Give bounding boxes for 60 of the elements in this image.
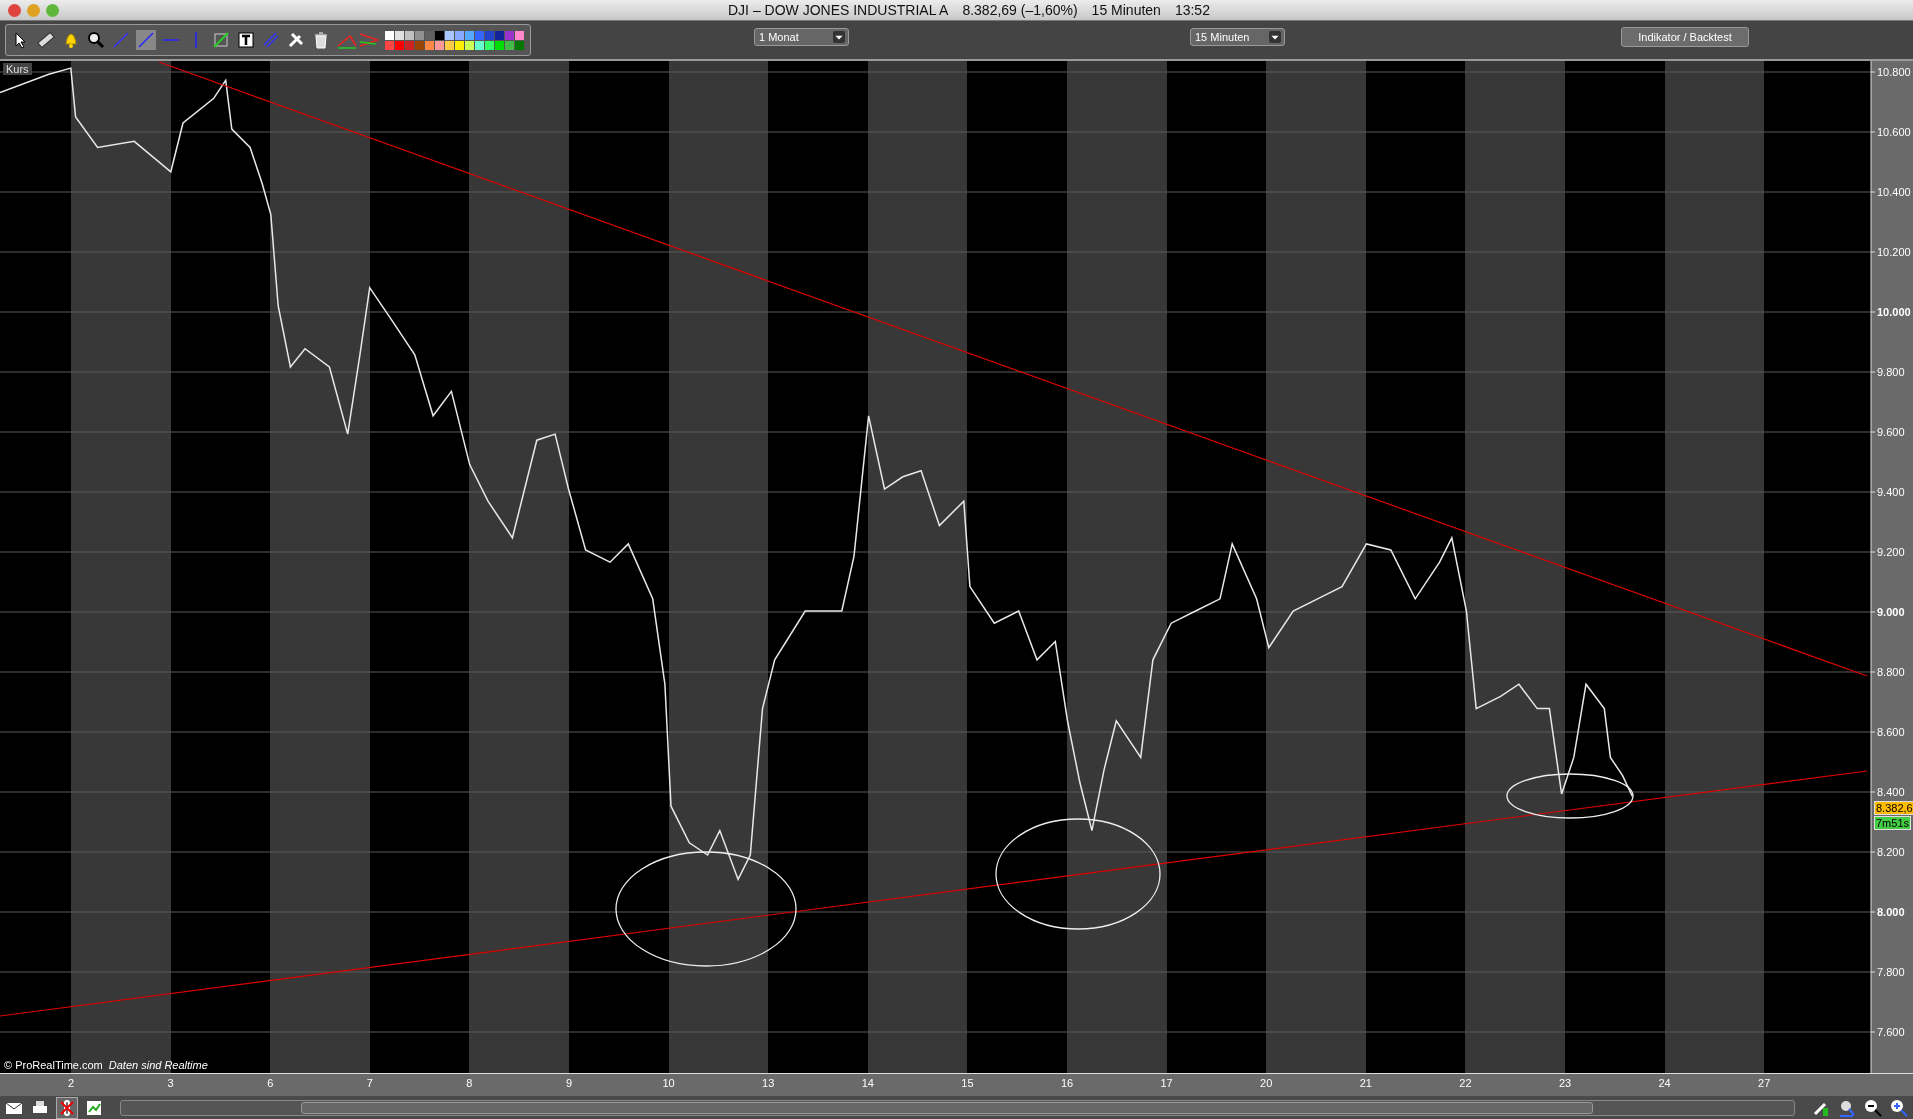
close-button[interactable]: [8, 3, 21, 17]
y-axis-label: 10.200: [1877, 246, 1911, 258]
y-axis-label: 9.400: [1877, 486, 1905, 498]
caret-icon: [833, 31, 845, 43]
x-axis-label: 17: [1159, 1077, 1174, 1089]
interval-dropdown[interactable]: 15 Minuten: [1190, 28, 1285, 46]
color-palette-drawing[interactable]: [385, 30, 525, 50]
countdown-badge: 7m51s: [1874, 816, 1912, 830]
y-axis-label: 10.000: [1877, 306, 1911, 318]
y-axis-label: 10.600: [1877, 126, 1911, 138]
x-axis-label: 6: [266, 1077, 275, 1089]
price-change: 8.382,69 (–1,60%): [962, 2, 1078, 18]
x-axis-label: 22: [1458, 1077, 1473, 1089]
y-axis-label: 7.800: [1877, 966, 1905, 978]
period-dropdown[interactable]: 1 Monat: [754, 28, 849, 46]
indicator-backtest-button[interactable]: Indikator / Backtest: [1621, 27, 1749, 47]
scrollbar-thumb[interactable]: [301, 1101, 1593, 1114]
y-axis-label: 8.200: [1877, 846, 1905, 858]
zoom-in-icon[interactable]: [86, 30, 106, 50]
y-axis-label: 10.800: [1877, 66, 1911, 78]
x-axis-label: 15: [960, 1077, 975, 1089]
x-axis-label: 27: [1757, 1077, 1772, 1089]
x-axis-label: 24: [1657, 1077, 1672, 1089]
time-label: 13:52: [1174, 2, 1210, 18]
grid-icon[interactable]: [211, 30, 231, 50]
last-price-badge: 8.382,6: [1874, 801, 1913, 815]
x-axis-label: 14: [860, 1077, 875, 1089]
x-axis-label: 8: [465, 1077, 474, 1089]
x-axis-label: 21: [1358, 1077, 1373, 1089]
y-axis-label: 8.000: [1877, 906, 1905, 918]
y-axis-label: 9.200: [1877, 546, 1905, 558]
zoom-out-icon[interactable]: [1863, 1097, 1883, 1118]
x-axis-label: 16: [1059, 1077, 1075, 1089]
y-axis-label: 8.800: [1877, 666, 1905, 678]
zoom-in-icon[interactable]: [1889, 1097, 1909, 1118]
caret-icon: [1269, 31, 1281, 43]
channel-tool-icon[interactable]: [336, 30, 380, 50]
x-axis-label: 23: [1557, 1077, 1573, 1089]
chart-label: Kurs: [3, 63, 32, 75]
y-axis-label: 10.400: [1877, 186, 1911, 198]
y-axis-label: 8.400: [1877, 786, 1905, 798]
y-axis-label: 9.800: [1877, 366, 1905, 378]
x-axis-label: 3: [166, 1077, 175, 1089]
x-axis-label: 7: [365, 1077, 374, 1089]
link-off-icon[interactable]: [56, 1096, 78, 1119]
interval-label: 15 Minuten: [1091, 2, 1161, 18]
window-title: DJI – DOW JONES INDUSTRIAL A: [728, 2, 949, 18]
x-axis-label: 9: [564, 1077, 574, 1089]
x-axis-label: 13: [761, 1077, 776, 1089]
y-axis-label: 7.600: [1877, 1026, 1905, 1038]
x-axis-label: 10: [661, 1077, 676, 1089]
y-axis-label: 9.000: [1877, 606, 1905, 618]
horizontal-scrollbar[interactable]: [120, 1099, 1795, 1116]
x-axis-label: 2: [66, 1077, 76, 1089]
x-axis-label: 20: [1259, 1077, 1274, 1089]
y-axis-label: 8.600: [1877, 726, 1905, 738]
y-axis-label: 9.600: [1877, 426, 1905, 438]
copyright-text: © ProRealTime.com: [4, 1059, 103, 1071]
realtime-note: Daten sind Realtime: [108, 1059, 208, 1071]
text-tool-icon[interactable]: [236, 30, 256, 50]
